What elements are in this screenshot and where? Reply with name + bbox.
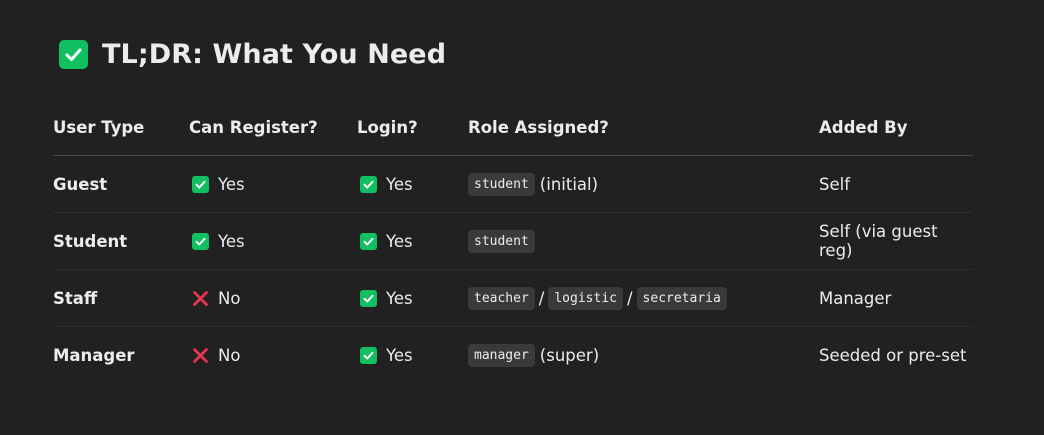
table-row: Staff No Yes teacher / logistic / secret…	[53, 269, 973, 327]
check-icon	[192, 232, 209, 250]
table-row: Manager No Yes manager (super) Seeded or…	[53, 327, 973, 384]
added-by-cell: Seeded or pre-set	[819, 345, 967, 365]
login-cell: Yes	[357, 212, 468, 270]
header-user-type: User Type	[53, 100, 189, 156]
added-by-cell: Self (via guest reg)	[819, 212, 973, 270]
login-value: Yes	[386, 288, 413, 308]
cross-icon	[192, 347, 209, 364]
check-icon	[360, 232, 377, 250]
role-cell: student	[468, 212, 819, 270]
can-register-value: No	[218, 345, 241, 365]
table-row: Student Yes Yes student Self (via guest …	[53, 212, 973, 270]
check-box-icon	[59, 39, 88, 69]
role-code: student	[468, 229, 535, 253]
added-by-cell: Self	[819, 155, 973, 213]
login-value: Yes	[386, 174, 413, 194]
user-type-cell: Staff	[53, 269, 189, 327]
role-code: manager	[468, 343, 535, 367]
can-register-cell: Yes	[189, 212, 357, 270]
role-separator: /	[538, 288, 545, 308]
user-type-cell: Student	[53, 212, 189, 270]
table-row: Guest Yes Yes student (initial) Self	[53, 155, 973, 213]
role-code: student	[468, 172, 535, 196]
check-icon	[360, 175, 377, 193]
can-register-value: Yes	[218, 174, 245, 194]
header-login: Login?	[357, 100, 468, 156]
can-register-value: No	[218, 288, 241, 308]
user-types-table: User Type Can Register? Login? Role Assi…	[53, 100, 973, 383]
can-register-cell: No	[189, 327, 357, 384]
login-value: Yes	[386, 345, 413, 365]
can-register-cell: Yes	[189, 155, 357, 213]
check-icon	[360, 346, 377, 364]
role-cell: student (initial)	[468, 155, 819, 213]
login-cell: Yes	[357, 155, 468, 213]
login-cell: Yes	[357, 269, 468, 327]
role-code: secretaria	[636, 286, 727, 310]
login-cell: Yes	[357, 327, 468, 384]
role-code: logistic	[548, 286, 623, 310]
page-title: TL;DR: What You Need	[102, 38, 447, 70]
check-icon	[192, 175, 209, 193]
header-role-assigned: Role Assigned?	[468, 100, 819, 156]
role-suffix: (initial)	[539, 174, 599, 194]
role-suffix: (super)	[539, 345, 600, 365]
role-cell: manager (super)	[468, 327, 819, 384]
can-register-value: Yes	[218, 231, 245, 251]
page-heading: TL;DR: What You Need	[59, 36, 446, 72]
user-type-cell: Guest	[53, 155, 189, 213]
cross-icon	[192, 290, 209, 307]
role-separator: /	[626, 288, 633, 308]
can-register-cell: No	[189, 269, 357, 327]
header-added-by: Added By	[819, 100, 973, 156]
added-by-cell: Manager	[819, 269, 973, 327]
role-cell: teacher / logistic / secretaria	[468, 269, 819, 327]
login-value: Yes	[386, 231, 413, 251]
check-icon	[360, 289, 377, 307]
role-code: teacher	[468, 286, 535, 310]
user-type-cell: Manager	[53, 345, 135, 365]
header-can-register: Can Register?	[189, 100, 357, 156]
table-header-row: User Type Can Register? Login? Role Assi…	[53, 100, 973, 156]
